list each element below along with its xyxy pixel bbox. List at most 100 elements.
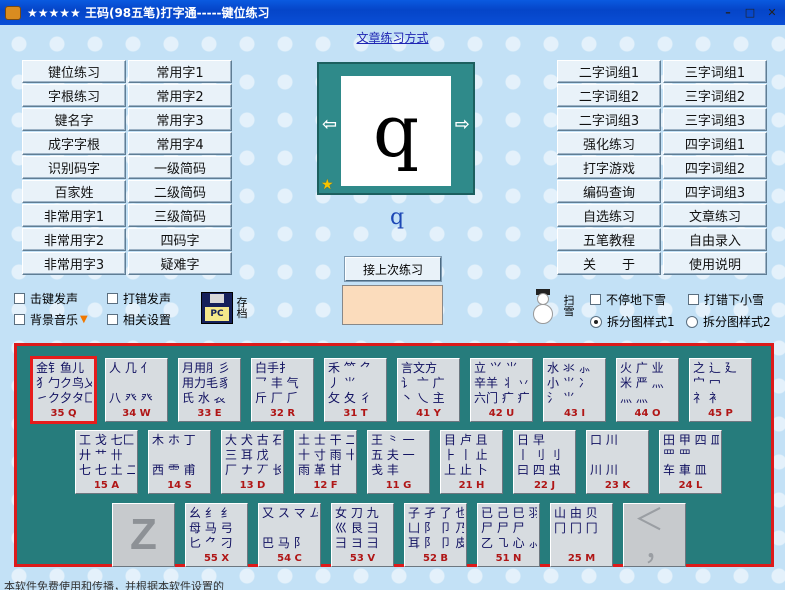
checkbox-icon[interactable] [107,293,118,304]
radio-icon[interactable] [686,315,698,328]
next-arrow-icon[interactable]: ⇨ [455,114,470,135]
left-menu-button-3[interactable]: 常用字2 [128,84,232,107]
sweep-snow-label[interactable]: 扫雪 [563,295,575,317]
key-y[interactable]: 言文方 讠 亠 广 丶 乀 主 41 Y [397,358,460,422]
floppy-save-icon[interactable]: PC [201,292,233,324]
app-icon [5,5,21,20]
checkbox-icon[interactable] [688,294,699,305]
left-menu-button-5[interactable]: 常用字3 [128,108,232,131]
close-button[interactable]: ✕ [763,4,781,22]
key-g[interactable]: 王 ⺀ 一 五 夫 一 戋 丰 11 G [367,430,430,494]
left-menu: 键位练习 常用字1 字根练习 常用字2 键名字 常用字3 成字字根 常用字4 识别码字 一级简码百… [22,60,232,275]
left-menu-button-17[interactable]: 疑难字 [128,252,232,275]
right-menu-button-14[interactable]: 五笔教程 [557,228,661,251]
key-t[interactable]: 禾 ⺮ ⺈ 丿 ⺌ 攵 夂 彳 31 T [324,358,387,422]
key-roots: 山 由 贝 冂 冂 冂 [554,506,598,535]
left-menu-button-9[interactable]: 一级简码 [128,156,232,179]
right-menu-button-16[interactable]: 关 于 [557,252,661,275]
article-practice-mode-link[interactable]: 文章练习方式 [356,31,428,45]
checkbox-icon[interactable] [590,294,601,305]
key-sound-checkbox[interactable]: 击键发声 [14,290,78,307]
key-l[interactable]: 田 甲 四 皿 罒 罒 车 車 皿 24 L [659,430,722,494]
key-k[interactable]: 口 川 川 川 23 K [586,430,649,494]
key-w[interactable]: 人 几 亻 八 癶 癶 34 W [105,358,168,422]
key-d[interactable]: 大 犬 古 石 三 耳 戊 厂 ナ 丆 长 13 D [221,430,284,494]
snow-nonstop-checkbox[interactable]: 不停地下雪 [590,291,666,308]
right-menu-button-13[interactable]: 文章练习 [663,204,767,227]
left-menu-button-10[interactable]: 百家姓 [22,180,126,203]
left-menu-button-2[interactable]: 字根练习 [22,84,126,107]
right-menu-button-4[interactable]: 二字词组3 [557,108,661,131]
key-code: 43 I [563,408,586,419]
split-style1-radio[interactable]: 拆分图样式1 [590,313,675,330]
key-code: 45 P [708,408,733,419]
key-roots: 大 犬 古 石 三 耳 戊 厂 ナ 丆 长 [225,433,281,477]
key-x[interactable]: 幺 纟 纟 母 马 弓 匕 ⺈ 刁 55 X [185,503,248,567]
left-menu-button-0[interactable]: 键位练习 [22,60,126,83]
key-p[interactable]: 之 辶 廴 宀 冖 礻 衤 45 P [689,358,752,422]
left-menu-button-12[interactable]: 非常用字1 [22,204,126,227]
key-r[interactable]: 白手扌 乛 丰 气 斤 厂 ⺁ 32 R [251,358,314,422]
right-menu-button-0[interactable]: 二字词组1 [557,60,661,83]
key-q[interactable]: 金钅鱼儿 犭勹ク鸟乂 ㇀ク夕タ匚 35 Q [30,356,97,424]
minimize-button[interactable]: – [719,4,737,22]
right-menu-button-12[interactable]: 自选练习 [557,204,661,227]
prev-arrow-icon[interactable]: ⇦ [322,114,337,135]
snow-on-error-checkbox[interactable]: 打错下小雪 [688,291,764,308]
left-menu-button-16[interactable]: 非常用字3 [22,252,126,275]
key-j[interactable]: 日 早 丨 刂 刂 曰 四 虫 22 J [513,430,576,494]
key-b[interactable]: 子 孑 了 也 凵 阝 卩 乃 耳 阝 卩 皮 52 B [404,503,467,567]
dropdown-arrow-icon[interactable]: ▼ [80,314,88,325]
right-menu-button-7[interactable]: 四字词组1 [663,132,767,155]
left-menu-button-6[interactable]: 成字字根 [22,132,126,155]
radio-selected-icon[interactable] [590,315,602,328]
key-n[interactable]: 已 己 巳 羽 尸 尸 尸 乙 ㇈ 心 ⺗ 51 N [477,503,540,567]
checkbox-icon[interactable] [107,314,118,325]
snowman-icon[interactable] [530,289,556,325]
left-menu-button-1[interactable]: 常用字1 [128,60,232,83]
key-f[interactable]: 土 士 干 二 十 寸 雨 十 雨 革 甘 12 F [294,430,357,494]
key-h[interactable]: 目 卢 且 ⺊ 丨 止 上 止 卜 21 H [440,430,503,494]
right-menu-button-9[interactable]: 四字词组2 [663,156,767,179]
maximize-button[interactable]: □ [741,4,759,22]
right-menu-button-2[interactable]: 二字词组2 [557,84,661,107]
settings-checkbox[interactable]: 相关设置 [107,311,171,328]
key-v[interactable]: 女 刀 九 巛 艮 ⺕ 彐 ヨ 彐 53 V [331,503,394,567]
key-e[interactable]: 月用⺼彡 用力毛豸 氏 水 𧘇 33 E [178,358,241,422]
key-m[interactable]: 山 由 贝 冂 冂 冂 25 M [550,503,613,567]
left-menu-button-8[interactable]: 识别码字 [22,156,126,179]
resume-last-practice-button[interactable]: 接上次练习 [345,257,441,281]
left-menu-button-4[interactable]: 键名字 [22,108,126,131]
left-menu-button-15[interactable]: 四码字 [128,228,232,251]
key-u[interactable]: 立 ⺍ ⺌ 辛羊 丬 丷 六门 疒 疒 42 U [470,358,533,422]
right-menu-button-5[interactable]: 三字词组3 [663,108,767,131]
right-menu-button-6[interactable]: 强化练习 [557,132,661,155]
error-sound-checkbox[interactable]: 打错发声 [107,290,171,307]
left-menu-button-7[interactable]: 常用字4 [128,132,232,155]
key-code: 34 W [122,408,151,419]
input-box[interactable] [342,285,443,325]
right-menu-button-15[interactable]: 自由录入 [663,228,767,251]
key-blank[interactable]: Z [112,503,175,567]
right-menu-button-1[interactable]: 三字词组1 [663,60,767,83]
right-menu-button-8[interactable]: 打字游戏 [557,156,661,179]
checkbox-icon[interactable] [14,293,25,304]
checkbox-icon[interactable] [14,314,25,325]
key-a[interactable]: 工 戈 七匚 廾 艹 卄 七 七 土 二 15 A [75,430,138,494]
key-code: 13 D [239,480,266,491]
key-c[interactable]: 又 ス マ ム 巴 马 阝 54 C [258,503,321,567]
left-menu-button-13[interactable]: 三级简码 [128,204,232,227]
save-label[interactable]: 存档 [236,297,248,319]
key-o[interactable]: 火 广 业 米 严 灬 灬 灬 44 O [616,358,679,422]
right-menu-button-17[interactable]: 使用说明 [663,252,767,275]
left-menu-button-11[interactable]: 二级简码 [128,180,232,203]
right-menu-button-3[interactable]: 三字词组2 [663,84,767,107]
left-menu-button-14[interactable]: 非常用字2 [22,228,126,251]
right-menu-button-10[interactable]: 编码查询 [557,180,661,203]
right-menu-button-11[interactable]: 四字词组3 [663,180,767,203]
key-s[interactable]: 木 ホ 丁 西 ⻗ 甫 14 S [148,430,211,494]
split-style2-radio[interactable]: 拆分图样式2 [686,313,771,330]
key-i[interactable]: 水 氺 ⺗ 小 ⺌ 冫 氵 ⺌ 43 I [543,358,606,422]
key-blank[interactable]: ＜ ， [623,503,686,567]
bg-music-checkbox[interactable]: 背景音乐 ▼ [14,311,88,328]
